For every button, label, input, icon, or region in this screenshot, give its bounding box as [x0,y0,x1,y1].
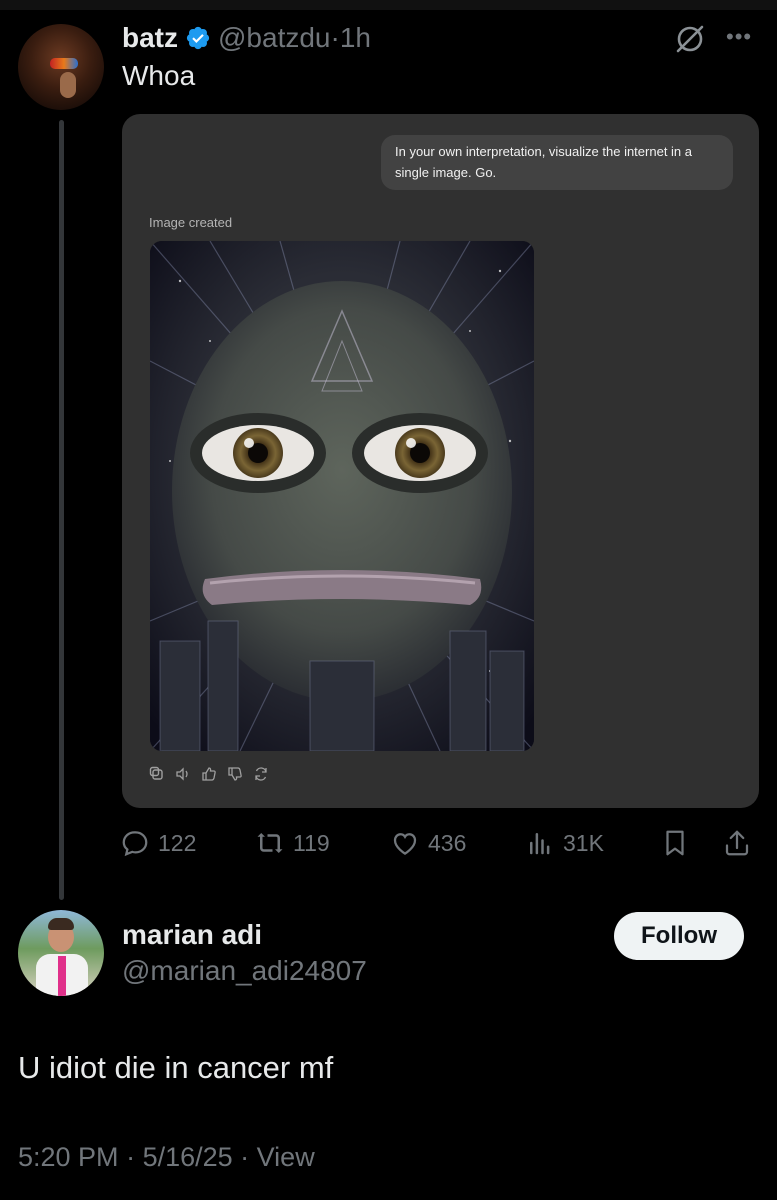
thread-connector-line [59,120,64,900]
more-options-icon[interactable]: ••• [726,25,756,49]
avatar-tie [58,956,66,996]
top-bar [0,0,777,10]
reply-avatar[interactable] [18,910,104,996]
like-count: 436 [428,829,467,856]
avatar-hand [60,72,76,98]
bookmark-icon [666,830,684,856]
speaker-icon[interactable] [175,766,191,782]
like-button[interactable]: 436 [390,826,466,860]
thumbs-down-icon[interactable] [227,766,243,782]
repost-icon [257,833,283,853]
heart-icon [393,833,417,855]
repost-count: 119 [293,829,330,856]
views-button[interactable]: 31K [525,826,604,860]
bookmark-button[interactable] [660,826,690,860]
reply-icon [122,831,148,857]
share-button[interactable] [722,826,752,860]
post-actions: 122 119 436 31K [120,826,760,860]
reply-meta: 5:20 PM · 5/16/25 · View [18,1142,315,1173]
grok-icon[interactable] [673,22,707,56]
verified-badge-icon [186,26,210,50]
copy-icon[interactable] [149,766,165,782]
reply-text: U idiot die in cancer mf [18,1050,334,1085]
reply-count: 122 [158,829,197,856]
image-created-label: Image created [149,215,233,230]
reply-date: 5/16/25 [142,1142,233,1172]
reply-time: 5:20 PM [18,1142,119,1172]
reply-author-handle[interactable]: @marian_adi24807 [122,955,367,987]
follow-button[interactable]: Follow [614,912,744,960]
reply-author-name[interactable]: marian adi [122,919,262,951]
generated-image [150,241,534,751]
separator: · [118,1142,143,1172]
author-handle[interactable]: @batzdu [218,22,331,54]
post-text: Whoa [122,60,196,91]
share-icon [725,830,749,856]
avatar-visor [50,58,78,69]
reply-button[interactable]: 122 [120,826,196,860]
analytics-icon [530,833,550,855]
post-header: batz @batzdu · 1h [122,20,371,56]
author-name[interactable]: batz [122,22,178,54]
view-count: 31K [563,829,604,856]
embedded-image-card[interactable]: In your own interpretation, visualize th… [122,114,759,808]
prompt-bubble: In your own interpretation, visualize th… [381,135,733,190]
view-link[interactable]: View [257,1142,315,1172]
avatar-hair [48,918,74,930]
thumbs-up-icon[interactable] [201,766,217,782]
repost-button[interactable]: 119 [255,826,330,860]
avatar[interactable] [18,24,104,110]
image-actions [149,766,269,782]
separator: · [330,22,340,53]
regenerate-icon[interactable] [253,766,269,782]
post-time[interactable]: 1h [340,22,371,54]
separator: · [232,1142,257,1172]
